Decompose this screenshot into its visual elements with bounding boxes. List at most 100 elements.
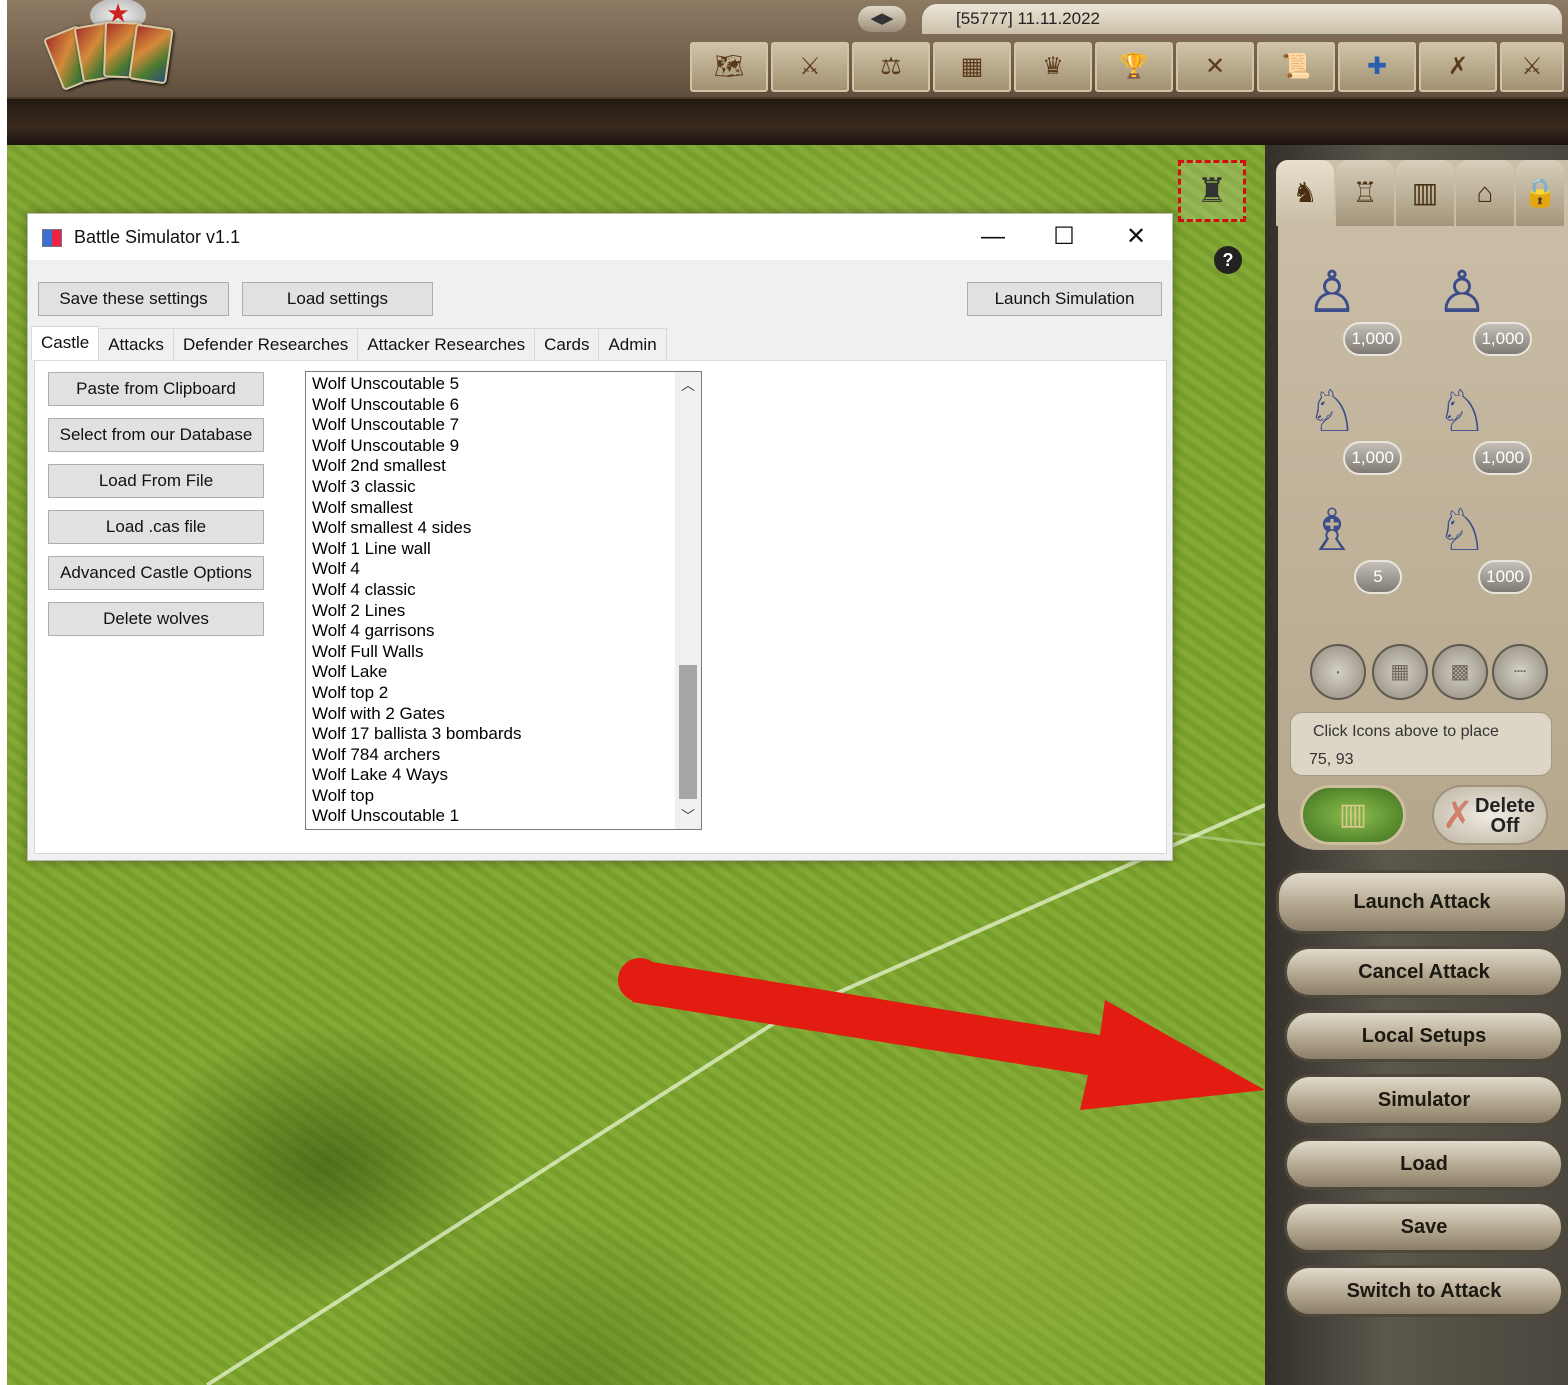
castle-list[interactable]: Wolf Unscoutable 5 Wolf Unscoutable 6 Wo… [305, 371, 702, 830]
walls-tab-icon[interactable]: ▥ [1396, 160, 1454, 226]
tab-attacks[interactable]: Attacks [98, 328, 174, 360]
nav-arrows-icon[interactable]: ◀▶ [858, 6, 906, 32]
list-item[interactable]: Wolf Lake [312, 662, 672, 683]
flag-icon[interactable]: ✚ [1338, 42, 1416, 92]
tab-admin[interactable]: Admin [598, 328, 667, 360]
list-item[interactable]: Wolf 4 garrisons [312, 621, 672, 642]
delete-toggle-button[interactable]: ✗ Delete Off [1432, 785, 1548, 845]
list-item[interactable]: Wolf smallest [312, 498, 672, 519]
game-top-bar-shadow [7, 97, 1568, 145]
cancel-attack-button[interactable]: Cancel Attack [1284, 946, 1564, 998]
trophy-icon[interactable]: 🏆 [1095, 42, 1173, 92]
list-item[interactable]: Wolf 3 classic [312, 477, 672, 498]
sword-icon[interactable]: ✕ [1176, 42, 1254, 92]
battle-simulator-window: Battle Simulator v1.1 — ☐ ✕ Save these s… [27, 213, 1173, 861]
close-icon[interactable]: ✕ [1113, 220, 1159, 254]
swordsman-unit[interactable]: ♘ 1,000 [1426, 377, 1536, 477]
select-from-database-button[interactable]: Select from our Database [48, 418, 264, 452]
lock-tab-icon[interactable]: 🔒 [1516, 160, 1564, 226]
list-item[interactable]: Wolf top 2 [312, 683, 672, 704]
scroll-up-icon[interactable]: ︿ [675, 372, 701, 398]
annotation-arrow-icon [618, 958, 1265, 1110]
list-item[interactable]: Wolf with 2 Gates [312, 704, 672, 725]
hint-text: Click Icons above to place [1313, 723, 1499, 740]
towers-tab-icon[interactable]: ♖ [1336, 160, 1394, 226]
paste-from-clipboard-button[interactable]: Paste from Clipboard [48, 372, 264, 406]
scroll-icon[interactable]: 📜 [1257, 42, 1335, 92]
game-toolbar: 🗺 ⚔ ⚖ ▦ ♛ 🏆 ✕ 📜 ✚ ✗ ⚔ [690, 42, 1564, 92]
list-item[interactable]: Wolf 784 archers [312, 745, 672, 766]
list-item[interactable]: Wolf top [312, 786, 672, 807]
maximize-icon[interactable]: ☐ [1041, 220, 1087, 254]
list-scrollbar[interactable]: ︿ ﹀ [675, 372, 701, 829]
list-item[interactable]: Wolf 2nd smallest [312, 456, 672, 477]
list-item[interactable]: Wolf Lake 4 Ways [312, 765, 672, 786]
pikeman-unit[interactable]: ♘ 1,000 [1296, 377, 1406, 477]
list-item[interactable]: Wolf smallest 4 sides [312, 518, 672, 539]
help-icon[interactable]: ? [1214, 246, 1242, 274]
archer-unit[interactable]: ♙ 1,000 [1296, 258, 1406, 358]
tab-defender-researches[interactable]: Defender Researches [172, 328, 359, 360]
crossed-swords-icon[interactable]: ✗ [1419, 42, 1497, 92]
load-settings-button[interactable]: Load settings [242, 282, 433, 316]
pikeman-icon: ♘ [1306, 379, 1358, 444]
line-place-icon[interactable]: ┈ [1492, 644, 1548, 700]
cards-logo-icon[interactable]: ★ [42, 0, 188, 92]
army-2-icon[interactable]: ⚔ [1500, 42, 1564, 92]
save-button[interactable]: Save [1284, 1201, 1564, 1253]
halberd-unit[interactable]: ♘ 1000 [1426, 496, 1536, 596]
launch-attack-button[interactable]: Launch Attack [1276, 870, 1568, 934]
archer-icon: ♙ [1306, 260, 1358, 325]
list-item[interactable]: Wolf Unscoutable 9 [312, 436, 672, 457]
fortress-icon[interactable]: ♜ [1178, 160, 1246, 222]
peasant-unit[interactable]: ♙ 1,000 [1426, 258, 1536, 358]
local-setups-button[interactable]: Local Setups [1284, 1010, 1564, 1062]
small-grid-icon[interactable]: ▦ [1372, 644, 1428, 700]
list-item[interactable]: Wolf 1 Line wall [312, 539, 672, 560]
list-item[interactable]: Wolf 17 ballista 3 bombards [312, 724, 672, 745]
captain-icon: ♗ [1306, 498, 1358, 563]
unit-count: 1000 [1478, 560, 1532, 594]
minimize-icon[interactable]: — [970, 220, 1016, 254]
army-icon[interactable]: ⚔ [771, 42, 849, 92]
buildings-tab-icon[interactable]: ⌂ [1456, 160, 1514, 226]
load-cas-file-button[interactable]: Load .cas file [48, 510, 264, 544]
crown-icon[interactable]: ♛ [1014, 42, 1092, 92]
troops-tab-icon[interactable]: ♞ [1276, 160, 1334, 226]
world-map-icon[interactable]: 🗺 [690, 42, 768, 92]
list-item[interactable]: Wolf 2 Lines [312, 601, 672, 622]
list-item[interactable]: Wolf Unscoutable 1 [312, 806, 672, 827]
list-item[interactable]: Wolf Unscoutable 5 [312, 374, 672, 395]
switch-to-attack-button[interactable]: Switch to Attack [1284, 1265, 1564, 1317]
advanced-castle-options-button[interactable]: Advanced Castle Options [48, 556, 264, 590]
unit-tabs: ♞ ♖ ▥ ⌂ 🔒 [1276, 160, 1564, 232]
swordsman-icon: ♘ [1436, 379, 1488, 444]
scroll-thumb[interactable] [679, 665, 697, 799]
trade-icon[interactable]: ⚖ [852, 42, 930, 92]
list-item[interactable]: Wolf Unscoutable 6 [312, 395, 672, 416]
delete-wolves-button[interactable]: Delete wolves [48, 602, 264, 636]
large-grid-icon[interactable]: ▩ [1432, 644, 1488, 700]
tab-attacker-researches[interactable]: Attacker Researches [357, 328, 536, 360]
save-settings-button[interactable]: Save these settings [38, 282, 229, 316]
unit-count: 1,000 [1473, 441, 1532, 475]
castle-layout-icon[interactable]: ▦ [933, 42, 1011, 92]
load-from-file-button[interactable]: Load From File [48, 464, 264, 498]
window-titlebar: Battle Simulator v1.1 — ☐ ✕ [28, 214, 1172, 260]
left-margin [0, 0, 7, 1385]
load-button[interactable]: Load [1284, 1138, 1564, 1190]
single-place-icon[interactable]: · [1310, 644, 1366, 700]
unit-count: 1,000 [1343, 441, 1402, 475]
scroll-down-icon[interactable]: ﹀ [675, 803, 701, 829]
tab-cards[interactable]: Cards [534, 328, 600, 360]
simulator-button[interactable]: Simulator [1284, 1074, 1564, 1126]
list-item[interactable]: Wolf 4 [312, 559, 672, 580]
tab-castle[interactable]: Castle [31, 326, 100, 360]
list-item[interactable]: Wolf Full Walls [312, 642, 672, 663]
list-item[interactable]: Wolf 4 classic [312, 580, 672, 601]
unit-count: 5 [1354, 560, 1402, 594]
launch-simulation-button[interactable]: Launch Simulation [967, 282, 1162, 316]
captain-unit[interactable]: ♗ 5 [1296, 496, 1406, 596]
list-item[interactable]: Wolf Unscoutable 7 [312, 415, 672, 436]
wall-build-icon[interactable]: ▥ [1300, 785, 1406, 845]
